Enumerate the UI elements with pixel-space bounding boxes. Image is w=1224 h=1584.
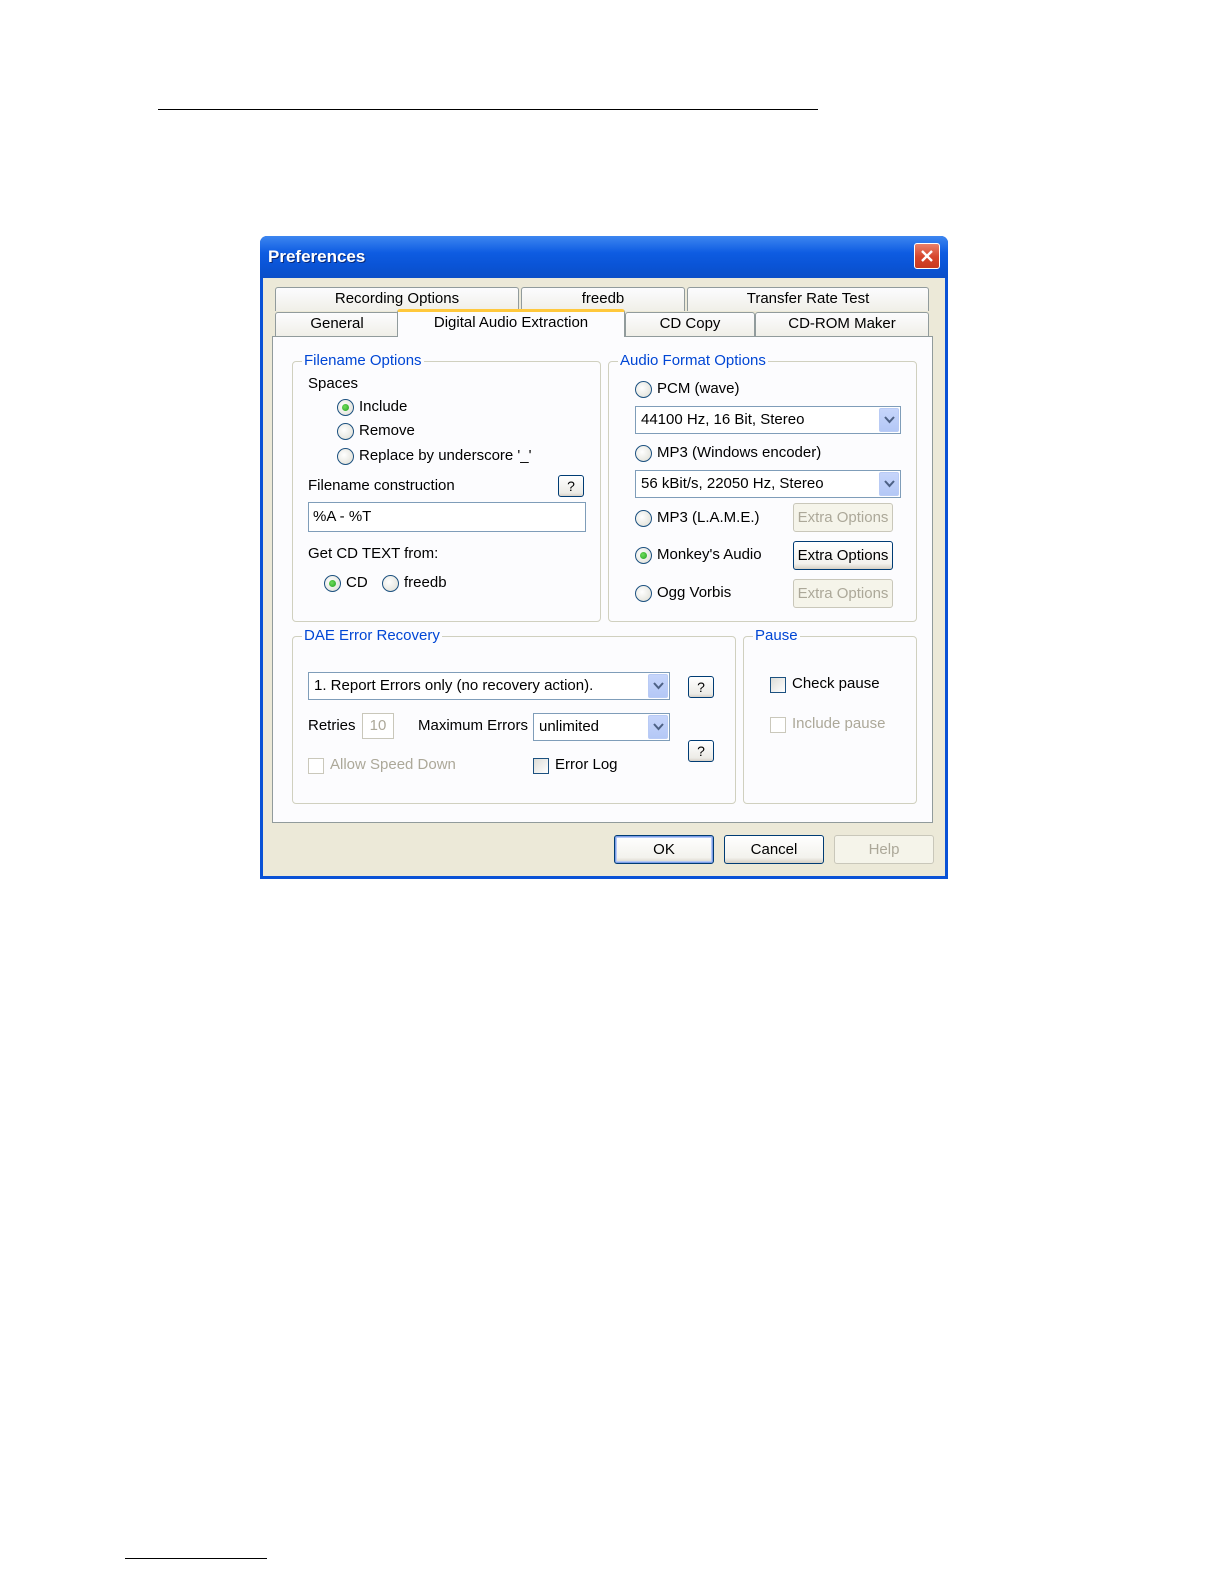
error-log-label[interactable]: Error Log [555,756,618,773]
dropdown-value: 44100 Hz, 16 Bit, Stereo [641,411,805,428]
window-title: Preferences [268,247,366,266]
maximum-errors-label: Maximum Errors [418,717,529,734]
dropdown-arrow[interactable] [879,408,899,432]
help-button[interactable]: Help [834,835,934,864]
dropdown-value: 1. Report Errors only (no recovery actio… [314,677,594,694]
maximum-errors-dropdown[interactable]: unlimited [533,713,670,741]
ok-button[interactable]: OK [614,835,714,864]
format-pcm-label[interactable]: PCM (wave) [657,380,740,397]
retries-label: Retries [308,717,356,734]
ogg-extra-options-button[interactable]: Extra Options [793,579,893,608]
group-title: Pause [753,627,800,644]
include-pause-checkbox[interactable] [770,717,786,733]
spaces-include-label[interactable]: Include [359,398,407,415]
group-title: DAE Error Recovery [302,627,442,644]
close-icon [921,250,933,262]
dropdown-arrow[interactable] [879,472,899,496]
preferences-dialog: Preferences Recording Options freedb Tra… [260,236,948,879]
chevron-down-icon [653,682,664,690]
monkeys-audio-extra-options-button[interactable]: Extra Options [793,541,893,570]
chevron-down-icon [653,723,664,731]
pause-group: Pause Check pause Include pause [743,627,917,804]
allow-speed-down-label[interactable]: Allow Speed Down [330,756,456,773]
cancel-button[interactable]: Cancel [724,835,824,864]
audio-format-options-group: Audio Format Options PCM (wave) 44100 Hz… [608,352,917,622]
filename-help-button[interactable]: ? [558,475,584,497]
format-monkeys-audio-label[interactable]: Monkey's Audio [657,546,762,563]
spaces-replace-label[interactable]: Replace by underscore '_' [359,447,532,464]
error-recovery-mode-dropdown[interactable]: 1. Report Errors only (no recovery actio… [308,672,670,700]
format-monkeys-audio-radio[interactable] [635,547,652,564]
dropdown-arrow[interactable] [648,674,668,698]
group-title: Audio Format Options [618,352,768,369]
tab-recording-options[interactable]: Recording Options [275,287,519,311]
dropdown-value: unlimited [539,718,600,735]
format-mp3-windows-radio[interactable] [635,445,652,462]
format-mp3-windows-label[interactable]: MP3 (Windows encoder) [657,444,821,461]
filename-options-group: Filename Options Spaces Include Remove R… [292,352,601,622]
spaces-include-radio[interactable] [337,399,354,416]
format-ogg-vorbis-label[interactable]: Ogg Vorbis [657,584,731,601]
dialog-client-area: Recording Options freedb Transfer Rate T… [263,278,945,876]
close-button[interactable] [914,243,940,269]
cd-text-cd-radio[interactable] [324,575,341,592]
title-bar[interactable]: Preferences [260,236,948,278]
page-top-rule [158,109,818,110]
format-ogg-vorbis-radio[interactable] [635,585,652,602]
cd-text-freedb-label[interactable]: freedb [404,574,447,591]
mp3-windows-settings-dropdown[interactable]: 56 kBit/s, 22050 Hz, Stereo [635,470,901,498]
filename-construction-label: Filename construction [308,477,455,494]
error-log-checkbox[interactable] [533,758,549,774]
cd-text-freedb-radio[interactable] [382,575,399,592]
chevron-down-icon [884,416,895,424]
pcm-settings-dropdown[interactable]: 44100 Hz, 16 Bit, Stereo [635,406,901,434]
format-mp3-lame-label[interactable]: MP3 (L.A.M.E.) [657,509,760,526]
format-pcm-radio[interactable] [635,381,652,398]
dropdown-arrow[interactable] [648,715,668,739]
dae-error-recovery-group: DAE Error Recovery 1. Report Errors only… [292,627,736,804]
check-pause-checkbox[interactable] [770,677,786,693]
tab-general[interactable]: General [275,312,399,336]
spaces-replace-radio[interactable] [337,448,354,465]
check-pause-label[interactable]: Check pause [792,675,880,692]
retries-input[interactable]: 10 [362,713,394,739]
lame-extra-options-button[interactable]: Extra Options [793,503,893,532]
format-mp3-lame-radio[interactable] [635,510,652,527]
spaces-remove-radio[interactable] [337,423,354,440]
dae-tab-panel: Filename Options Spaces Include Remove R… [272,336,933,823]
tab-freedb[interactable]: freedb [521,287,685,311]
allow-speed-down-checkbox[interactable] [308,758,324,774]
error-settings-help-button[interactable]: ? [688,740,714,762]
include-pause-label[interactable]: Include pause [792,715,885,732]
page-bottom-rule [125,1558,267,1559]
filename-construction-input[interactable]: %A - %T [308,502,586,532]
tab-cd-rom-maker[interactable]: CD-ROM Maker [755,312,929,336]
spaces-remove-label[interactable]: Remove [359,422,415,439]
error-recovery-help-button[interactable]: ? [688,676,714,698]
dropdown-value: 56 kBit/s, 22050 Hz, Stereo [641,475,824,492]
chevron-down-icon [884,480,895,488]
group-title: Filename Options [302,352,424,369]
tab-digital-audio-extraction[interactable]: Digital Audio Extraction [397,309,625,337]
tab-transfer-rate-test[interactable]: Transfer Rate Test [687,287,929,311]
cd-text-source-label: Get CD TEXT from: [308,545,439,562]
tab-cd-copy[interactable]: CD Copy [625,312,755,336]
cd-text-cd-label[interactable]: CD [346,574,368,591]
spaces-label: Spaces [308,375,359,392]
